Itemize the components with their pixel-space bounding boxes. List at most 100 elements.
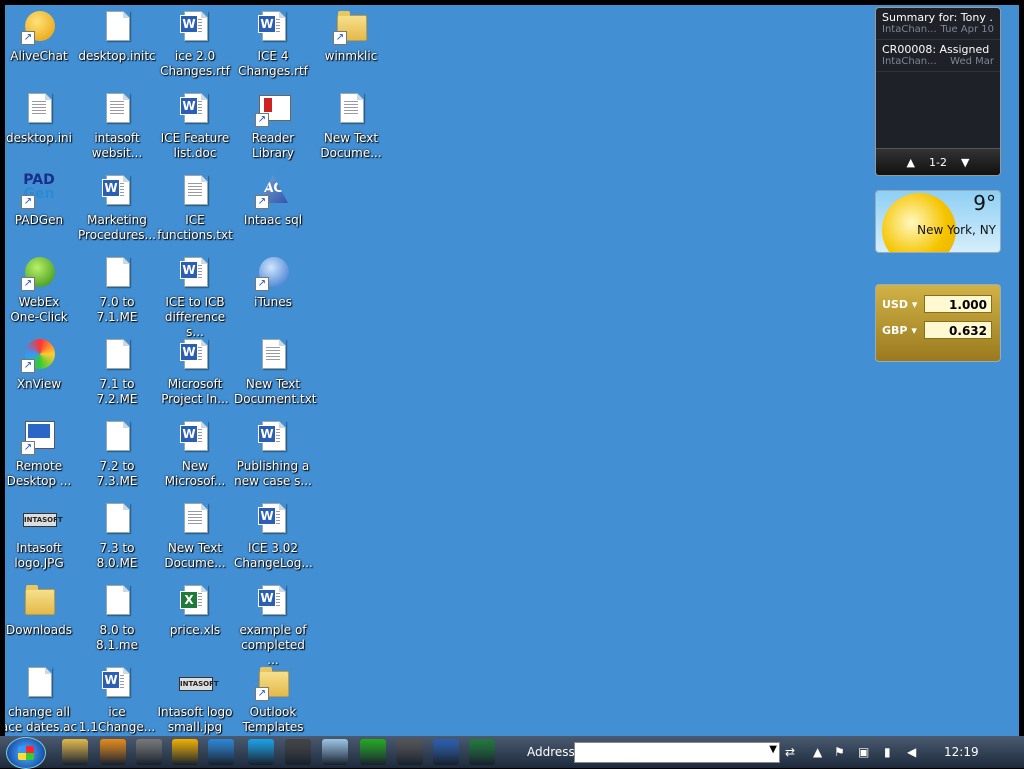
- word-doc-icon: W: [99, 665, 135, 701]
- desktop-icon-label: Downloads: [6, 623, 72, 637]
- desktop-icon[interactable]: W Microsoft Project In...: [156, 337, 234, 417]
- desktop-icon[interactable]: W ICE to ICB difference s...: [156, 255, 234, 339]
- desktop-icon[interactable]: ↗ Reader Library: [234, 91, 312, 171]
- desktop-icon[interactable]: INTASOFT Intasoft logo.JPG: [5, 501, 78, 581]
- desktop-icon-label: 7.2 to 7.3.ME: [96, 459, 138, 488]
- word-doc-icon: W: [255, 419, 291, 455]
- feed-item[interactable]: Summary for: Tony ... IntaChan... Tue Apr…: [876, 8, 1000, 40]
- desktop-icon[interactable]: ↗ XnView: [5, 337, 78, 417]
- feed-next-icon[interactable]: ▼: [961, 156, 969, 169]
- file-icon: [99, 583, 135, 619]
- desktop-icon-label: New Microsof...: [164, 459, 226, 488]
- clock[interactable]: 12:19: [944, 745, 979, 759]
- ie-icon[interactable]: [208, 739, 234, 765]
- currency-row: USD ▾ 1.000: [882, 293, 996, 315]
- desktop-icon[interactable]: New Text Docume...: [312, 91, 390, 171]
- show-hidden-icons-icon[interactable]: ▲: [813, 745, 822, 759]
- desktop-icon[interactable]: New Text Document.txt: [234, 337, 317, 417]
- action-center-flag-icon[interactable]: ⚑: [834, 745, 845, 759]
- desktop-icon[interactable]: ↗ iTunes: [234, 255, 312, 335]
- desktop-icon[interactable]: ↗ WebEx One-Click: [5, 255, 78, 335]
- desktop-icon-label: winmklic: [324, 49, 378, 63]
- desktop-icon[interactable]: desktop.ini: [5, 91, 78, 171]
- desktop-icon[interactable]: 8.0 to 8.1.me: [78, 583, 156, 663]
- currency-code-select[interactable]: USD ▾: [882, 298, 924, 311]
- media-player-icon[interactable]: [100, 739, 126, 765]
- desktop-icon[interactable]: ↗ winmklic: [312, 9, 390, 89]
- word-doc-icon: W: [255, 501, 291, 537]
- word-icon[interactable]: [433, 739, 459, 765]
- desktop-icon[interactable]: ↗ AliveChat: [5, 9, 78, 89]
- file-icon: [99, 9, 135, 45]
- desktop-icon[interactable]: AC ↗ Intaac sql: [234, 173, 312, 253]
- desktop-icon-label: Marketing Procedures...: [78, 213, 156, 242]
- desktop-icon-label: desktop.initc: [78, 49, 156, 63]
- desktop: ↗ AliveChat desktop.initc Wice 2.0 Changes.…: [5, 5, 1019, 736]
- desktop-icon[interactable]: ↗ Remote Desktop ...: [5, 419, 78, 499]
- feed-item-source: IntaChan...: [882, 24, 937, 35]
- feed-prev-icon[interactable]: ▲: [907, 156, 915, 169]
- settings-file-icon: [21, 91, 57, 127]
- green-app-icon[interactable]: [360, 739, 386, 765]
- desktop-icon[interactable]: New Text Docume...: [156, 501, 234, 581]
- desktop-icon[interactable]: desktop.initc: [78, 9, 156, 89]
- remote-desktop-icon: ↗: [21, 419, 57, 455]
- address-input[interactable]: ▼: [574, 742, 780, 763]
- address-dropdown-icon[interactable]: ▼: [769, 744, 777, 755]
- text-file-icon: [177, 173, 213, 209]
- outlook-icon[interactable]: [172, 739, 198, 765]
- desktop-icon[interactable]: 7.1 to 7.2.ME: [78, 337, 156, 417]
- desktop-icon-label: Remote Desktop ...: [6, 459, 72, 488]
- text-file-icon: [99, 91, 135, 127]
- desktop-icon[interactable]: PAD Gen ↗ PADGen: [5, 173, 78, 253]
- network-icon[interactable]: ▮: [884, 745, 891, 759]
- desktop-icon[interactable]: W Publishing a new case s...: [234, 419, 312, 499]
- desktop-icon[interactable]: Xprice.xls: [156, 583, 234, 663]
- desktop-icon[interactable]: W New Microsof...: [156, 419, 234, 499]
- folder-shortcut-icon: ↗: [255, 665, 291, 701]
- desktop-icon[interactable]: W ICE Feature list.doc: [156, 91, 234, 171]
- feed-item[interactable]: CR00008: Assigned IntaChan... Wed Mar: [876, 40, 1000, 72]
- desktop-icon-label: 8.0 to 8.1.me: [96, 623, 138, 652]
- notepad-icon[interactable]: [322, 739, 348, 765]
- desktop-icon[interactable]: ICE functions.txt: [156, 173, 234, 253]
- desktop-icon[interactable]: W Marketing Procedures...: [78, 173, 156, 253]
- currency-row: GBP ▾ 0.632: [882, 319, 996, 341]
- folder-shortcut-icon: ↗: [333, 9, 369, 45]
- reader-library-icon: ↗: [255, 91, 291, 127]
- desktop-icon[interactable]: intasoft websit...: [78, 91, 156, 171]
- currency-gadget[interactable]: USD ▾ 1.000 GBP ▾ 0.632: [875, 284, 1001, 362]
- volume-icon[interactable]: ◀: [907, 745, 916, 759]
- currency-value-input[interactable]: 1.000: [924, 295, 992, 313]
- xnview-icon[interactable]: [285, 739, 311, 765]
- desktop-icon[interactable]: 7.3 to 8.0.ME: [78, 501, 156, 581]
- gimp-icon[interactable]: [397, 739, 423, 765]
- explorer-icon[interactable]: [62, 739, 88, 765]
- feed-gadget[interactable]: Summary for: Tony ... IntaChan... Tue Apr…: [875, 7, 1001, 176]
- desktop-icon[interactable]: W ICE 3.02 ChangeLog...: [234, 501, 313, 581]
- desktop-icon[interactable]: Wice 1.1Change...: [78, 665, 156, 736]
- weather-city: New York, NY: [917, 223, 996, 237]
- device-icon[interactable]: ▣: [858, 745, 869, 759]
- desktop-icon-label: ICE to ICB difference s...: [164, 295, 226, 339]
- desktop-icon[interactable]: W ICE 4 Changes.rtf: [234, 9, 312, 89]
- desktop-icon-label: example of completed ...: [239, 623, 307, 667]
- text-file-icon: [177, 501, 213, 537]
- desktop-icon[interactable]: Downloads: [5, 583, 78, 663]
- desktop-icon[interactable]: ↗ Outlook Templates: [234, 665, 312, 736]
- desktop-icon[interactable]: change all ace dates.ac: [5, 665, 78, 736]
- desktop-icon[interactable]: Wice 2.0 Changes.rtf: [156, 9, 234, 89]
- desktop-icon[interactable]: INTASOFT Intasoft logo small.jpg: [156, 665, 234, 736]
- desktop-icon[interactable]: 7.2 to 7.3.ME: [78, 419, 156, 499]
- excel-icon[interactable]: [469, 739, 495, 765]
- weather-gadget[interactable]: 9° New York, NY: [875, 190, 1001, 253]
- desktop-icon-label: Reader Library: [251, 131, 295, 160]
- skype-icon[interactable]: [248, 739, 274, 765]
- currency-value-input[interactable]: 0.632: [924, 321, 992, 339]
- app-icon[interactable]: [136, 739, 162, 765]
- desktop-icon[interactable]: Wexample of completed ...: [234, 583, 312, 667]
- currency-code-select[interactable]: GBP ▾: [882, 324, 924, 337]
- desktop-icon[interactable]: 7.0 to 7.1.ME: [78, 255, 156, 335]
- go-icon[interactable]: ⇄: [785, 745, 795, 759]
- start-button[interactable]: [6, 737, 46, 769]
